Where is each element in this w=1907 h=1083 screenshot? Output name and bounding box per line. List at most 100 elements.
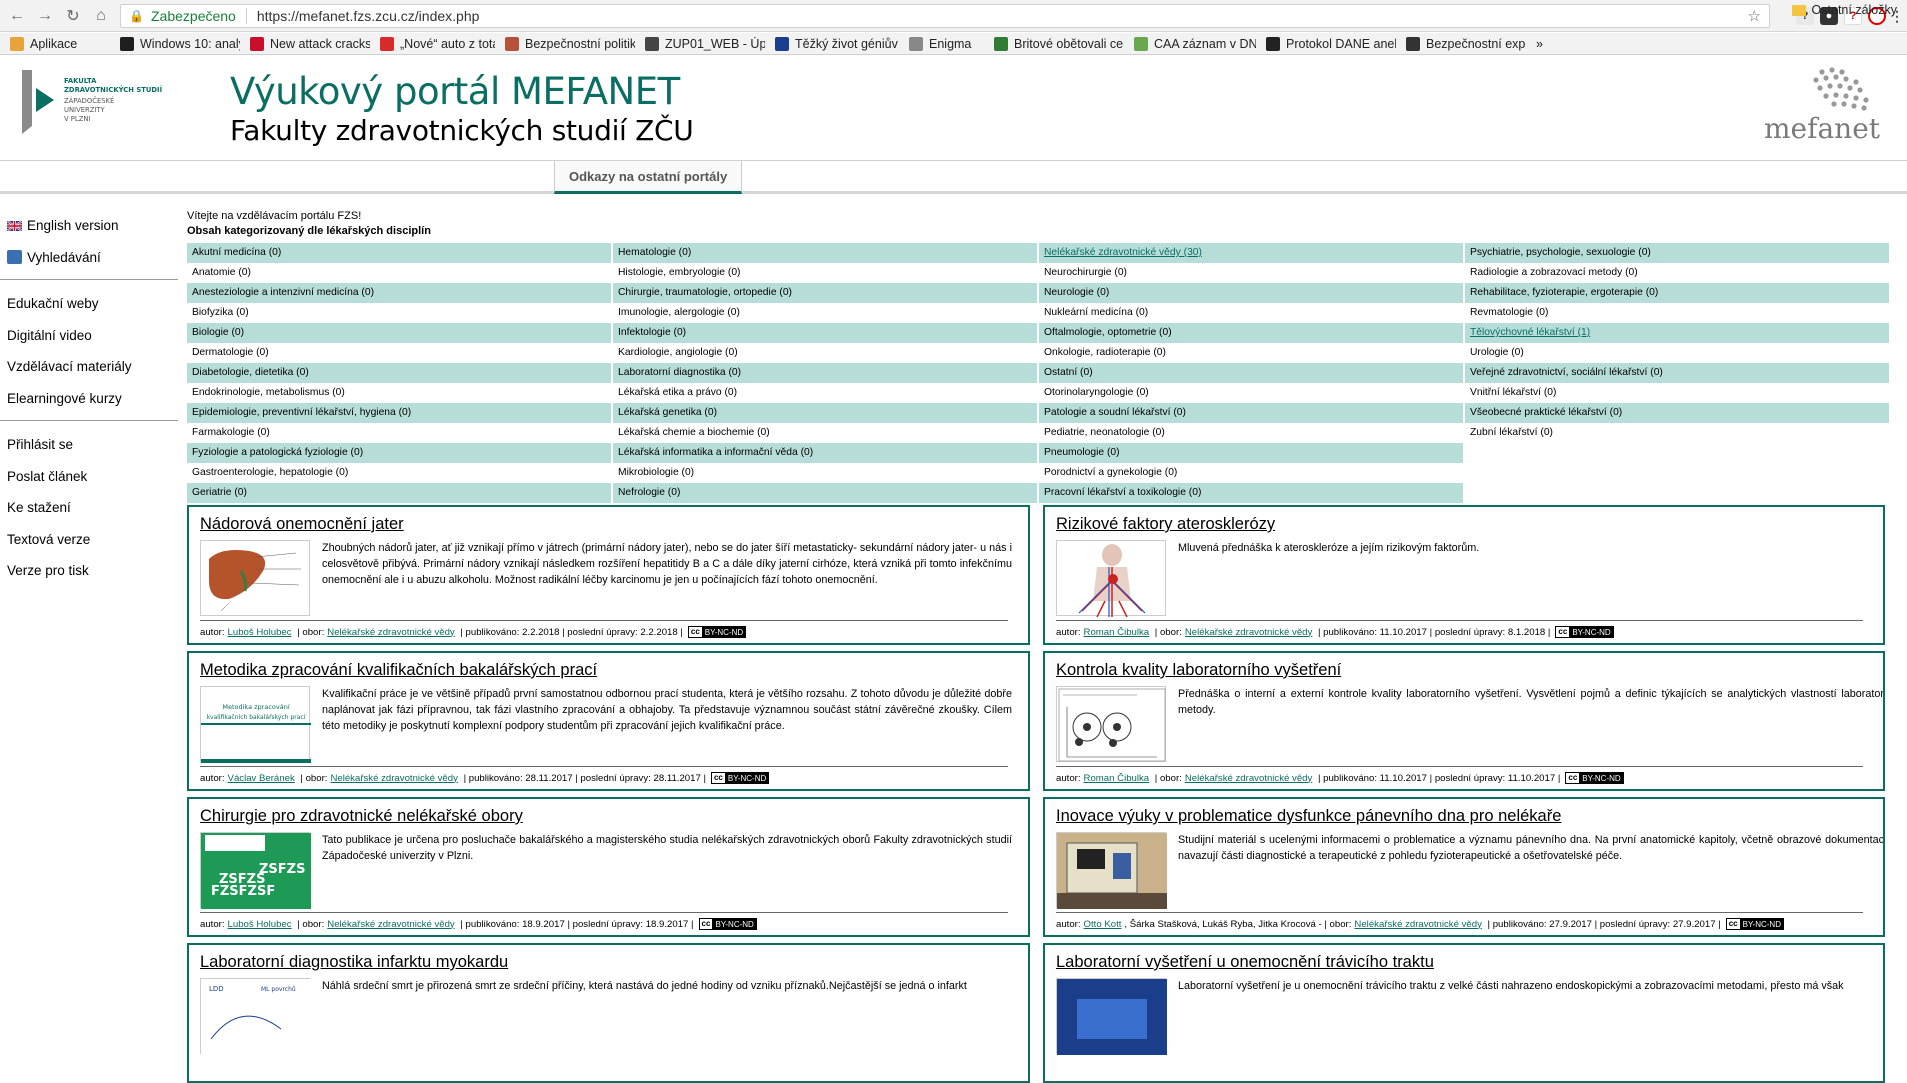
meta-author-link[interactable]: Luboš Holubec <box>228 627 292 638</box>
fzs-logo[interactable]: FAKULTA ZDRAVOTNICKÝCH STUDIÍ ZÁPADOČESK… <box>20 68 180 138</box>
sidebar-item-downloads[interactable]: Ke stažení <box>0 492 178 524</box>
cc-license-text: BY-NC-ND <box>1572 627 1611 637</box>
bookmark-item[interactable]: Bezpečnostní politika <box>505 36 635 51</box>
article-title-link[interactable]: Laboratorní diagnostika infarktu myokard… <box>200 953 508 972</box>
article-card: Chirurgie pro zdravotnické nelékařské ob… <box>187 797 1030 937</box>
article-thumbnail[interactable]: ZSFZS FZSFZSF ZSFZS <box>200 832 311 909</box>
sidebar-item-courses[interactable]: Elearningové kurzy <box>0 383 178 415</box>
cc-license-badge[interactable]: cc BY-NC-ND <box>1725 918 1784 930</box>
meta-author-label: autor: <box>200 772 225 784</box>
article-title-link[interactable]: Inovace výuky v problematice dysfunkce p… <box>1056 807 1561 826</box>
cc-license-badge[interactable]: cc BY-NC-ND <box>698 918 757 930</box>
article-divider <box>1056 620 1863 621</box>
bookmark-label: Britové obětovali celé <box>1014 36 1124 51</box>
bookmark-label: Protokol DANE aneb <box>1286 36 1396 51</box>
sidebar-item-print-version[interactable]: Verze pro tisk <box>0 555 178 587</box>
bookmark-item[interactable]: Britové obětovali celé <box>994 36 1124 51</box>
article-meta: autor: Luboš Holubec | obor: Nelékařské zd… <box>200 918 757 930</box>
meta-author-link[interactable]: Otto Kott <box>1084 919 1122 930</box>
meta-published-value: 27.9.2017 <box>1549 918 1592 930</box>
bookmark-item[interactable]: „Nové“ auto z totálky <box>380 36 495 51</box>
meta-sep: | <box>700 772 706 784</box>
article-title-link[interactable]: Rizikové faktory aterosklerózy <box>1056 515 1275 534</box>
bookmark-item[interactable]: CAA záznam v DNS - <box>1134 36 1256 51</box>
more-bookmarks-button[interactable]: » <box>1536 37 1543 51</box>
article-thumbnail[interactable] <box>200 540 310 616</box>
meta-field-link[interactable]: Nelékařské zdravotnické vědy <box>327 627 454 638</box>
bookmark-item[interactable]: New attack cracks co <box>250 36 370 51</box>
article-thumbnail[interactable] <box>1056 540 1166 618</box>
article-title-link[interactable]: Metodika zpracování kvalifikačních bakal… <box>200 661 597 680</box>
meta-field-label: obor: <box>305 772 328 784</box>
sidebar-item-english[interactable]: English version <box>0 210 178 242</box>
sidebar-item-search[interactable]: Vyhledávání <box>0 242 178 274</box>
meta-field-link[interactable]: Nelékařské zdravotnické vědy <box>1354 919 1481 930</box>
back-icon[interactable]: ← <box>6 5 28 27</box>
article-thumbnail[interactable]: LDD ML povrchů <box>200 978 311 1055</box>
meta-published-value: 2.2.2018 <box>522 626 560 638</box>
mefanet-logo[interactable]: mefanet <box>1762 66 1894 144</box>
article-card: Kontrola kvality laboratorního vyšetření… <box>1043 651 1885 791</box>
other-bookmarks[interactable]: Ostatní záložky <box>1791 3 1897 17</box>
tab-other-portals[interactable]: Odkazy na ostatní portály <box>554 161 743 194</box>
category-item: Pediatrie, neonatologie (0) <box>1044 427 1165 438</box>
meta-author-label: autor: <box>1056 772 1081 784</box>
bookmark-item[interactable]: Těžký život géniův ar <box>775 36 899 51</box>
meta-author-link[interactable]: Roman Čibulka <box>1084 627 1150 638</box>
bookmark-item[interactable]: Protokol DANE aneb <box>1266 36 1396 51</box>
cc-license-badge[interactable]: cc BY-NC-ND <box>1565 772 1624 784</box>
logo-line-1: FAKULTA <box>64 77 97 85</box>
sidebar-item-text-version[interactable]: Textová verze <box>0 524 178 556</box>
meta-updated-value: 28.11.2017 <box>653 772 701 784</box>
article-thumbnail[interactable] <box>1056 832 1167 909</box>
sidebar-item-login[interactable]: Přihlásit se <box>0 429 178 461</box>
home-icon[interactable]: ⌂ <box>90 5 112 27</box>
bookmark-star-icon[interactable]: ☆ <box>1748 7 1761 25</box>
logo-dot <box>1823 75 1829 81</box>
meta-published-label: publikováno: <box>1323 626 1380 638</box>
meta-field-link[interactable]: Nelékařské zdravotnické vědy <box>327 919 454 930</box>
meta-field-link[interactable]: Nelékařské zdravotnické vědy <box>1185 627 1312 638</box>
category-item[interactable]: Tělovýchovné lékařství (1) <box>1465 323 1889 343</box>
article-card: Metodika zpracování kvalifikačních bakal… <box>187 651 1030 791</box>
reload-icon[interactable]: ↻ <box>62 5 84 27</box>
article-title-link[interactable]: Kontrola kvality laboratorního vyšetření <box>1056 661 1341 680</box>
forward-icon[interactable]: → <box>34 5 56 27</box>
meta-field-link[interactable]: Nelékařské zdravotnické vědy <box>330 773 457 784</box>
article-thumbnail[interactable]: Metodika zpracování kvalifikačních bakalá… <box>200 686 311 763</box>
sidebar: English version Vyhledávání Edukační web… <box>0 200 178 587</box>
meta-author-link[interactable]: Václav Beránek <box>228 773 295 784</box>
category-item[interactable]: Nelékařské zdravotnické vědy (30) <box>1039 243 1463 263</box>
bookmark-item[interactable]: Bezpečnostní expert: <box>1406 36 1526 51</box>
cc-license-badge[interactable]: cc BY-NC-ND <box>687 626 747 638</box>
svg-text:Metodika zpracování: Metodika zpracování <box>222 703 289 711</box>
cc-icon: cc <box>1556 627 1570 637</box>
main-content: Vítejte na vzdělávacím portálu FZS! Obsa… <box>187 200 1897 503</box>
article-title-link[interactable]: Nádorová onemocnění jater <box>200 515 404 534</box>
cc-license-badge[interactable]: cc BY-NC-ND <box>1555 626 1614 638</box>
category-item: Histologie, embryologie (0) <box>618 267 741 278</box>
meta-author-link[interactable]: Roman Čibulka <box>1084 773 1150 784</box>
bookmark-item[interactable]: Aplikace <box>10 36 110 51</box>
article-title-link[interactable]: Laboratorní vyšetření u onemocnění trávi… <box>1056 953 1434 972</box>
sidebar-item-edu-webs[interactable]: Edukační weby <box>0 288 178 320</box>
article-thumbnail[interactable] <box>1056 978 1167 1055</box>
bookmark-item[interactable]: Enigma <box>909 36 984 51</box>
sidebar-item-materials[interactable]: Vzdělávací materiály <box>0 351 178 383</box>
bookmark-item[interactable]: ZUP01_WEB - Úplné <box>645 36 765 51</box>
bookmark-item[interactable]: Windows 10: analýza <box>120 36 240 51</box>
meta-author-link[interactable]: Luboš Holubec <box>228 919 292 930</box>
article-thumbnail[interactable] <box>1056 686 1166 762</box>
sidebar-item-send-article[interactable]: Poslat článek <box>0 461 178 493</box>
url-text[interactable]: https://mefanet.fzs.zcu.cz/index.php <box>257 8 480 24</box>
folder-icon <box>1791 4 1806 16</box>
article-title-link[interactable]: Chirurgie pro zdravotnické nelékařské ob… <box>200 807 523 826</box>
category-item: Porodnictví a gynekologie (0) <box>1044 467 1178 478</box>
address-bar[interactable]: 🔒 Zabezpečeno https://mefanet.fzs.zcu.cz… <box>120 4 1770 28</box>
bookmark-favicon-icon <box>1266 36 1280 51</box>
sidebar-item-digital-video[interactable]: Digitální video <box>0 320 178 352</box>
meta-field-link[interactable]: Nelékařské zdravotnické vědy <box>1185 773 1312 784</box>
cc-license-badge[interactable]: cc BY-NC-ND <box>710 772 770 784</box>
categories-title: Obsah kategorizovaný dle lékařských disc… <box>187 225 431 237</box>
meta-sep: | <box>572 772 581 784</box>
